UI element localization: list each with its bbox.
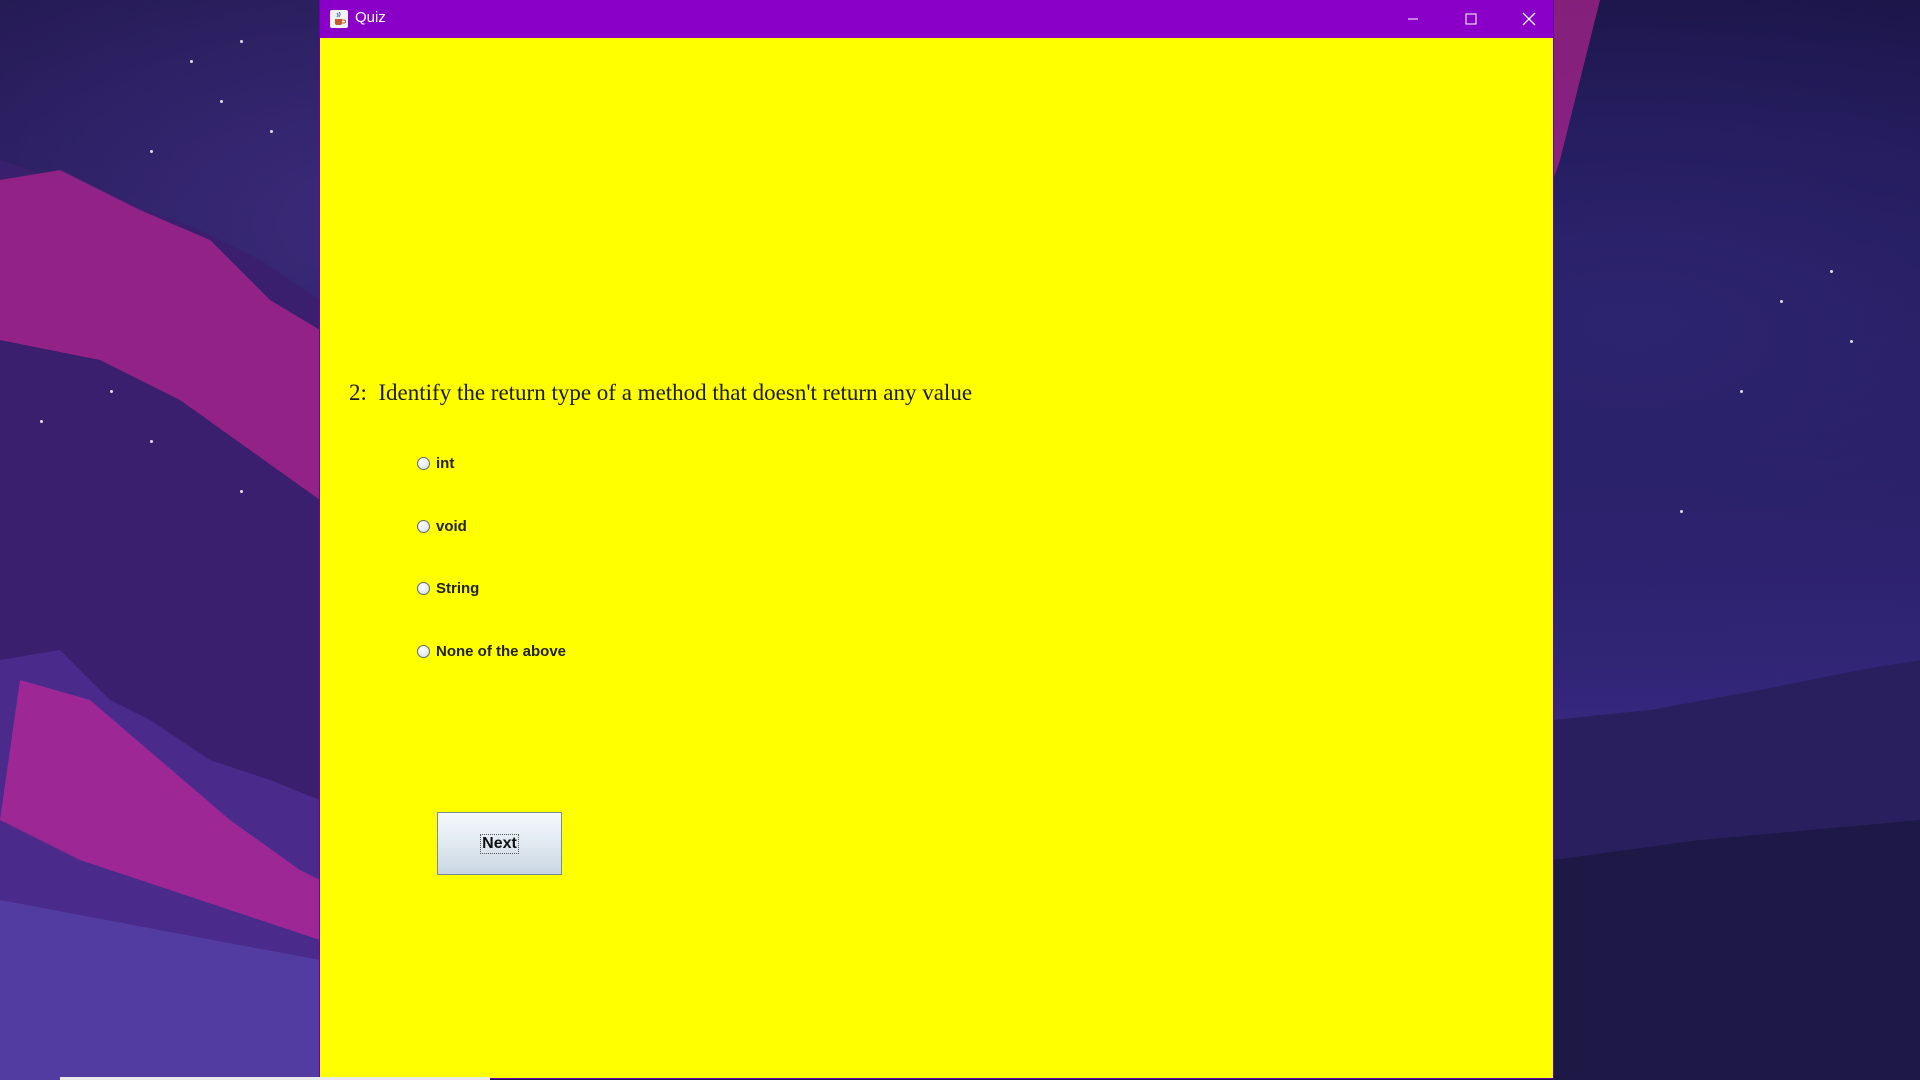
maximize-icon [1465, 13, 1477, 25]
radio-button[interactable] [417, 581, 430, 595]
maximize-button[interactable] [1442, 0, 1500, 38]
option-int[interactable]: int [417, 453, 454, 473]
next-button-label: Next [480, 833, 519, 854]
next-button[interactable]: Next [437, 812, 562, 875]
title-bar[interactable]: Quiz [320, 0, 1553, 38]
question-body: Identify the return type of a method tha… [378, 380, 973, 405]
close-button[interactable] [1500, 0, 1558, 38]
option-void[interactable]: void [417, 516, 467, 536]
quiz-window: Quiz 2: Identify the return type of a me… [320, 0, 1553, 1078]
option-label: int [436, 454, 455, 472]
window-title: Quiz [355, 9, 386, 26]
option-none-of-the-above[interactable]: None of the above [417, 641, 566, 661]
quiz-panel: 2: Identify the return type of a method … [320, 38, 1553, 1078]
java-cup-icon [330, 10, 348, 28]
question-text: 2: Identify the return type of a method … [349, 380, 972, 406]
option-label: String [436, 579, 480, 597]
option-string[interactable]: String [417, 578, 479, 598]
minimize-button[interactable] [1384, 0, 1442, 38]
radio-button[interactable] [417, 519, 430, 533]
radio-button[interactable] [417, 456, 430, 470]
minimize-icon [1408, 18, 1418, 20]
option-label: void [436, 517, 467, 535]
close-icon [1522, 12, 1536, 26]
radio-button[interactable] [417, 644, 430, 658]
question-number: 2: [349, 380, 367, 405]
option-label: None of the above [436, 642, 567, 660]
